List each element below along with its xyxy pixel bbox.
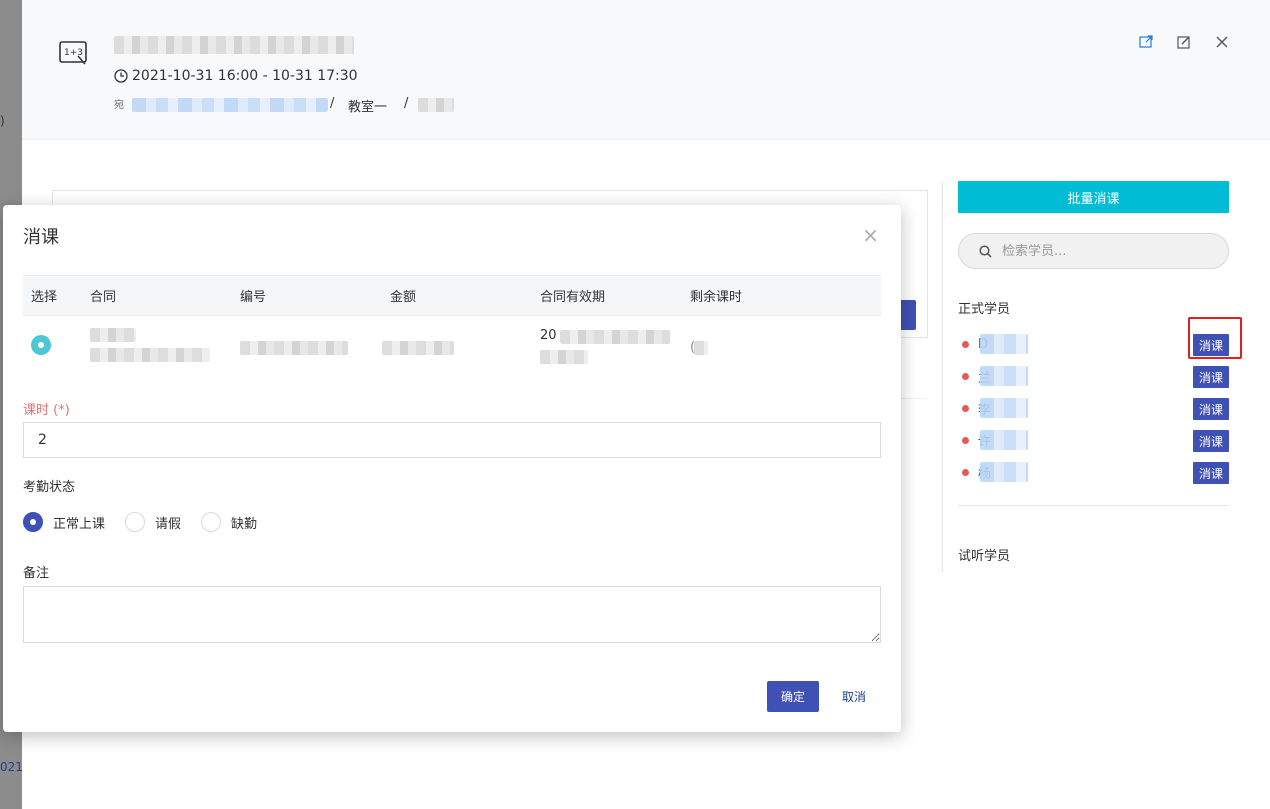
contract-redacted	[90, 348, 210, 362]
search-icon	[979, 244, 992, 258]
student-name-redacted	[980, 462, 1028, 482]
contract-table: 选择 合同 编号 金额 合同有效期 剩余课时 20 (	[23, 275, 881, 378]
attendance-radio-group: 正常上课 请假 缺勤	[23, 512, 277, 532]
contract-redacted	[90, 328, 136, 342]
list-item: 李 消课	[958, 392, 1229, 424]
modal-close-icon[interactable]: ×	[862, 225, 879, 245]
list-item: 杨 消课	[958, 456, 1229, 488]
option-label: 请假	[155, 516, 182, 532]
consume-lesson-modal: 消课 × 选择 合同 编号 金额 合同有效期 剩余课时 20 (课时 (*) …	[3, 205, 901, 732]
consume-lesson-button[interactable]: 消课	[1193, 334, 1229, 356]
attendance-option-absent[interactable]: 缺勤	[201, 512, 257, 532]
confirm-button[interactable]: 确定	[767, 681, 819, 712]
formal-students-title: 正式学员	[958, 302, 1011, 317]
location-separator: /	[404, 96, 409, 111]
status-dot	[962, 372, 969, 380]
student-search[interactable]	[958, 233, 1229, 269]
column-header: 金额	[390, 275, 540, 316]
radio-unselected[interactable]	[201, 512, 222, 532]
divider	[958, 505, 1229, 506]
column-header: 合同有效期	[540, 275, 690, 316]
background-fragment: 021年	[0, 760, 22, 774]
attendance-label: 考勤状态	[23, 480, 76, 495]
remark-textarea[interactable]	[23, 586, 881, 643]
remark-label: 备注	[23, 566, 50, 581]
course-title-redacted	[114, 36, 354, 54]
blackboard-math-icon: 1+3	[59, 41, 87, 65]
formal-students-list: D 消课 兰 消课 李 消课 许 消课 杨 消课	[958, 328, 1229, 488]
table-row[interactable]: 20 (	[23, 316, 881, 378]
background-button	[900, 300, 916, 330]
course-time: 2021-10-31 16:00 - 10-31 17:30	[114, 68, 358, 84]
column-header: 剩余课时	[690, 275, 881, 316]
status-dot	[962, 468, 969, 476]
location-prefix: 宛	[114, 100, 124, 111]
column-header: 选择	[23, 275, 90, 316]
share-icon[interactable]	[1138, 34, 1154, 50]
consume-lesson-button[interactable]: 消课	[1193, 398, 1229, 420]
option-label: 缺勤	[231, 516, 258, 532]
teacher-redacted	[418, 98, 454, 112]
amount-redacted	[382, 341, 454, 355]
divider	[942, 182, 943, 572]
validity-redacted	[540, 350, 588, 364]
cancel-button[interactable]: 取消	[829, 681, 879, 712]
validity-prefix: 20	[540, 328, 557, 343]
hours-input[interactable]	[23, 422, 881, 458]
status-dot	[962, 436, 969, 444]
student-name-redacted	[980, 366, 1028, 386]
row-select-radio[interactable]	[31, 334, 51, 355]
location-room: 教室一	[348, 100, 388, 115]
consume-lesson-button[interactable]: 消课	[1193, 430, 1229, 452]
close-icon[interactable]	[1214, 34, 1230, 50]
location-redacted	[132, 98, 328, 112]
consume-lesson-button[interactable]: 消课	[1193, 462, 1229, 484]
trial-students-title: 试听学员	[958, 549, 1011, 564]
consume-lesson-button[interactable]: 消课	[1193, 366, 1229, 388]
number-redacted	[240, 341, 348, 355]
list-item: 许 消课	[958, 424, 1229, 456]
option-label: 正常上课	[53, 516, 106, 532]
batch-attendance-button[interactable]: 批量消课	[958, 181, 1229, 213]
radio-unselected[interactable]	[125, 512, 146, 532]
svg-text:1+3: 1+3	[64, 48, 83, 58]
background-fragment: )	[0, 114, 5, 128]
edit-icon[interactable]	[1176, 34, 1192, 50]
validity-redacted	[560, 330, 670, 344]
course-header: 1+3 2021-10-31 16:00 - 10-31 17:30 宛 / 教…	[22, 0, 1270, 140]
attendance-option-leave[interactable]: 请假	[125, 512, 181, 532]
location-separator: /	[330, 96, 335, 111]
hours-label: 课时 (*)	[23, 403, 70, 418]
clock-icon	[114, 69, 128, 83]
status-dot	[962, 404, 969, 412]
student-name-redacted	[980, 398, 1028, 418]
radio-selected[interactable]	[23, 512, 43, 532]
modal-title: 消课	[23, 227, 59, 248]
column-header: 编号	[240, 275, 390, 316]
status-dot	[962, 340, 969, 348]
list-item: 兰 消课	[958, 360, 1229, 392]
student-name-redacted	[980, 334, 1028, 354]
remaining-redacted	[694, 341, 708, 355]
search-input[interactable]	[1002, 243, 1202, 259]
list-item: D 消课	[958, 328, 1229, 360]
course-time-text: 2021-10-31 16:00 - 10-31 17:30	[132, 68, 358, 84]
student-name-redacted	[980, 430, 1028, 450]
column-header: 合同	[90, 275, 240, 316]
attendance-option-normal[interactable]: 正常上课	[23, 512, 105, 532]
course-location: 宛 / 教室一 /	[114, 96, 514, 116]
